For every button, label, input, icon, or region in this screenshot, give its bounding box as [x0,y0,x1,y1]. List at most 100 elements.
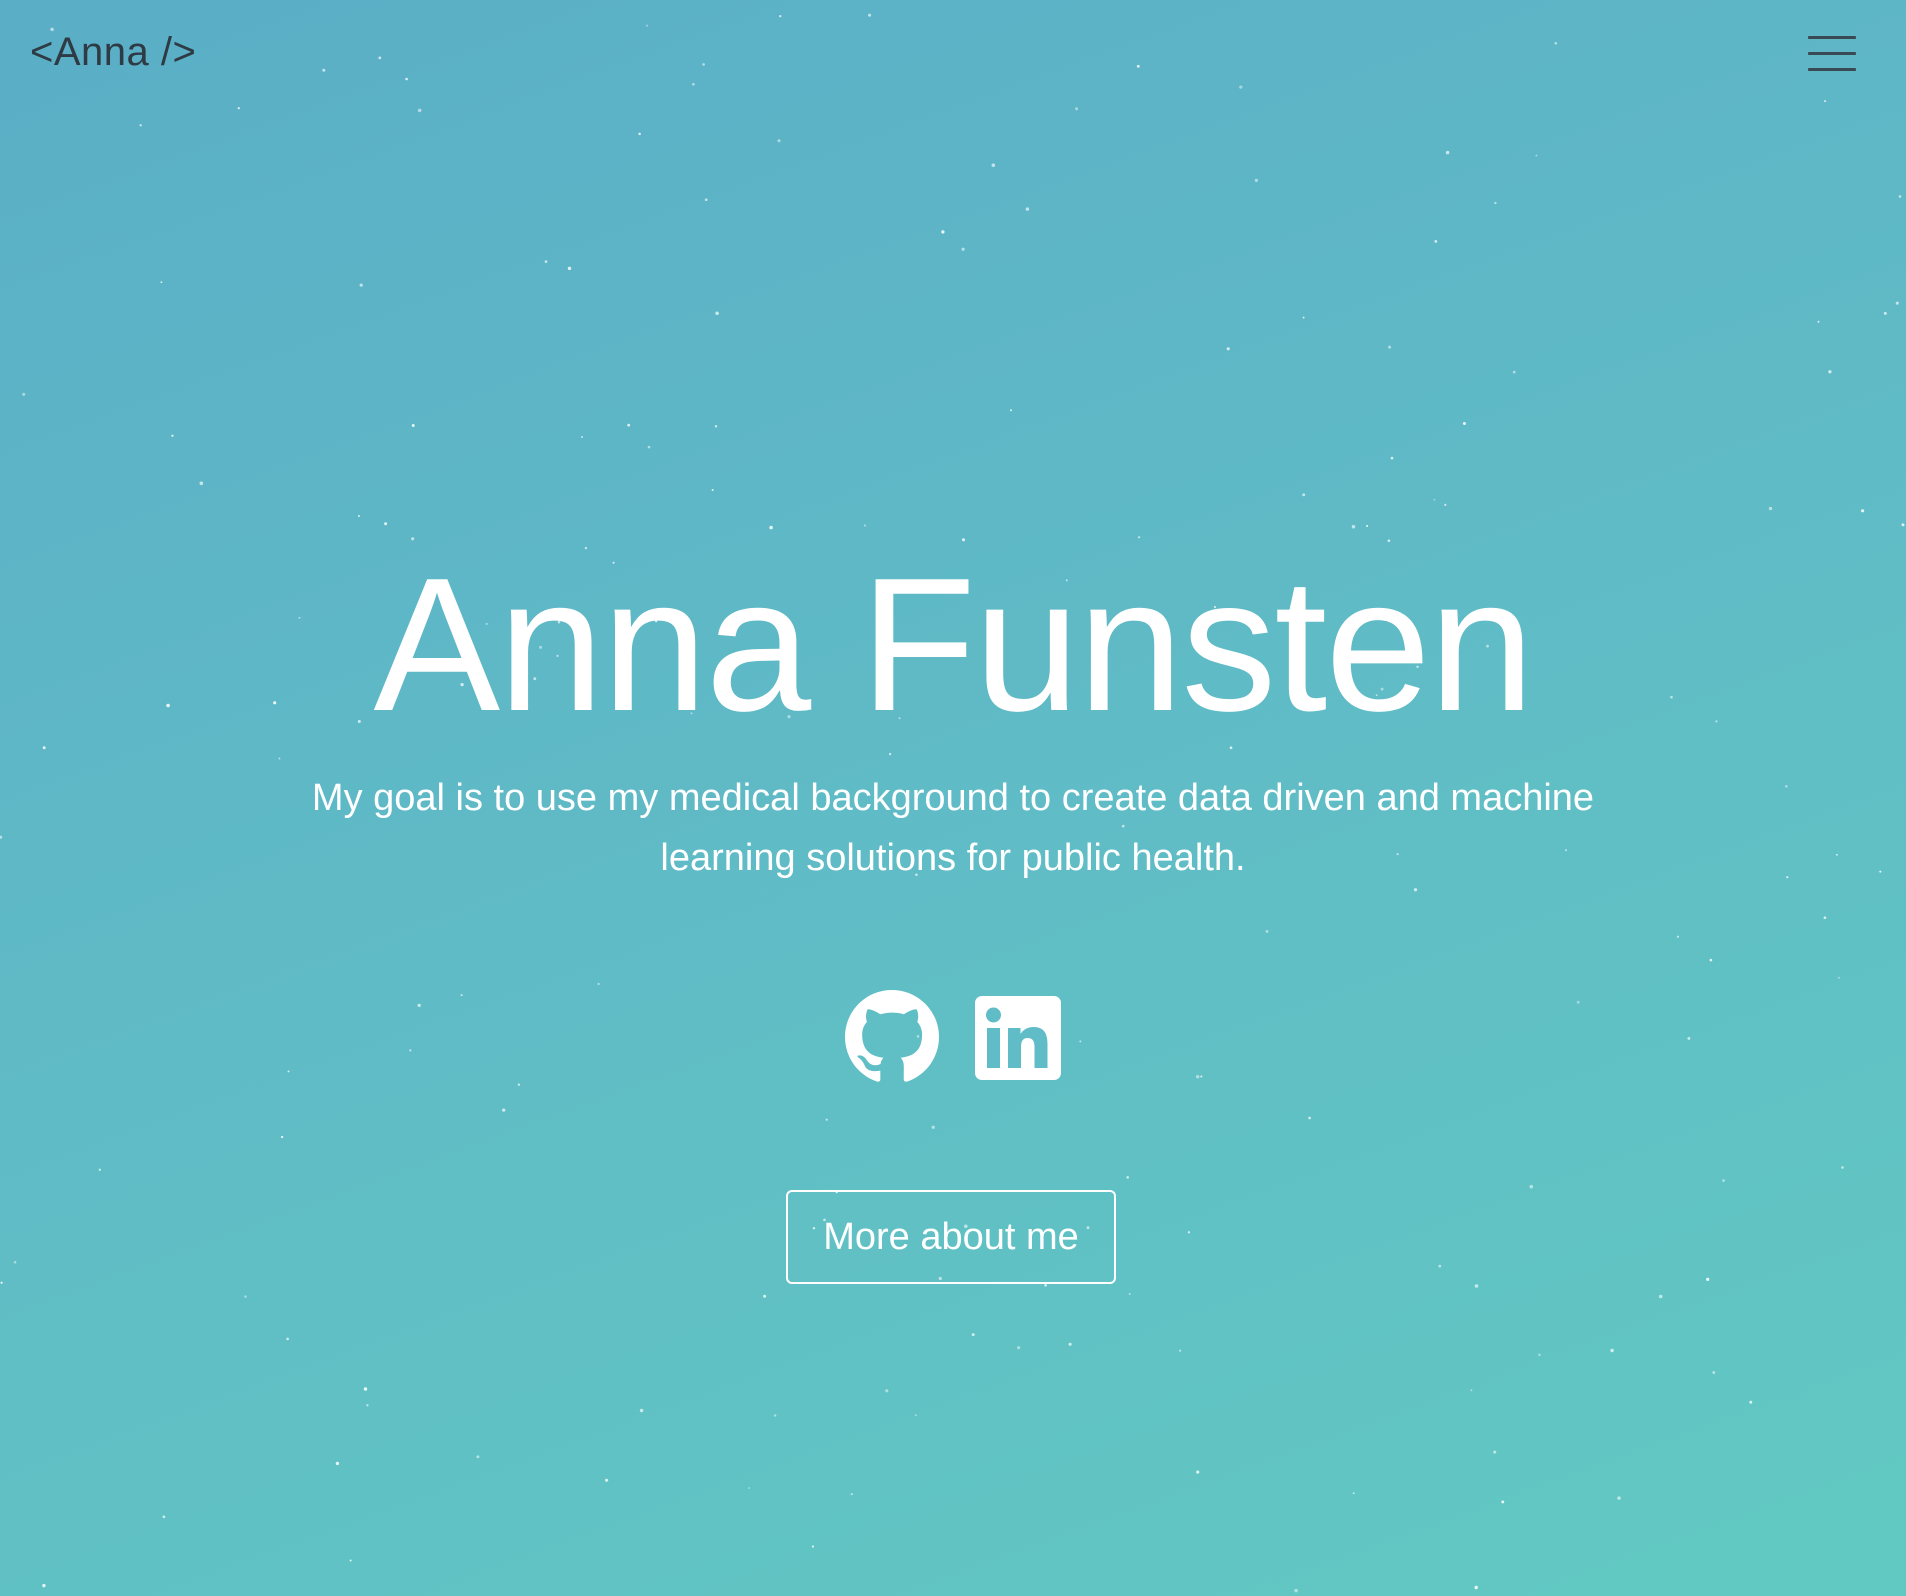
star-dot [825,1118,828,1121]
star-dot [1445,150,1450,155]
star-dot [627,423,631,427]
star-dot [1254,178,1259,183]
star-dot [476,1455,480,1459]
star-dot [1817,320,1820,323]
hero-name: Anna Funsten [373,539,1534,751]
star-dot [1576,1000,1580,1004]
star-dot [1828,370,1832,374]
star-dot [1494,201,1497,205]
star-dot [1474,1585,1478,1590]
star-dot [1388,345,1392,349]
star-dot [715,311,719,316]
star-dot [567,266,572,271]
more-about-me-button[interactable]: More about me [786,1190,1116,1284]
star-dot [378,56,382,60]
site-logo[interactable]: <Anna /> [30,30,196,75]
star-dot [1136,64,1140,68]
star-dot [1538,1353,1541,1357]
star-dot [1025,207,1030,211]
star-dot [409,1049,412,1052]
star-dot [0,1281,3,1284]
star-dot [597,982,600,986]
star-dot [991,163,996,167]
star-dot [1554,41,1558,45]
star-dot [931,1125,935,1129]
star-dot [286,1337,289,1341]
star-dot [1895,301,1899,305]
star-dot [1768,506,1773,511]
star-dot [714,425,718,428]
star-dot [711,489,714,491]
star-dot [139,124,142,127]
star-dot [1493,1450,1497,1454]
star-dot [1079,1040,1082,1043]
star-dot [1706,1277,1710,1281]
star-dot [237,107,240,110]
star-dot [811,1545,815,1548]
star-dot [1470,1389,1473,1392]
star-dot [42,746,46,750]
star-dot [1462,422,1466,425]
star-dot [1302,316,1305,319]
star-dot [1308,1116,1311,1120]
star-dot [1712,1371,1716,1374]
hero-tagline: My goal is to use my medical background … [311,777,1595,879]
star-dot [1535,154,1538,157]
star-dot [460,994,463,997]
star-dot [502,1108,506,1112]
star-dot [702,63,705,66]
star-dot [1128,1292,1131,1295]
star-dot [322,68,326,72]
star-dot [1824,100,1827,103]
star-dot [1879,870,1882,873]
star-dot [1529,1184,1534,1189]
star-dot [1017,1346,1021,1350]
star-dot [763,1294,767,1298]
star-dot [1126,1176,1129,1179]
social-links [845,990,1061,1084]
star-dot [1434,239,1438,243]
star-dot [1200,1075,1203,1078]
star-dot [1898,195,1902,198]
star-dot [1709,958,1713,962]
star-dot [1444,503,1447,507]
star-dot [647,445,651,449]
star-dot [1749,1400,1753,1404]
star-dot [888,752,892,756]
star-dot [1068,1342,1072,1346]
star-dot [411,424,415,427]
star-dot [1075,107,1079,111]
star-dot [1390,456,1394,460]
star-dot [1722,1179,1725,1182]
star-dot [544,260,548,263]
star-dot [1512,370,1516,374]
star-dot [417,108,422,113]
github-icon[interactable] [845,990,939,1084]
star-dot [773,1414,777,1417]
star-dot [1658,1294,1663,1299]
linkedin-icon[interactable] [971,990,1065,1084]
star-dot [605,1478,609,1482]
star-dot [417,1003,421,1008]
star-dot [1610,1348,1614,1353]
star-dot [171,434,174,437]
star-dot [748,1487,751,1489]
star-dot [581,436,583,438]
star-dot [1883,311,1887,315]
star-dot [244,1295,247,1298]
star-dot [961,247,965,251]
star-dot [22,392,26,396]
star-dot [769,525,773,530]
star-dot [1226,347,1230,351]
star-dot [13,1261,17,1264]
star-dot [384,522,388,526]
star-dot [1617,1496,1621,1500]
star-dot [1265,929,1269,933]
star-dot [1860,509,1865,513]
star-dot [1010,409,1012,412]
star-dot [1687,1036,1691,1040]
star-dot [363,1387,368,1391]
hamburger-menu-icon[interactable] [1808,34,1858,74]
star-dot [885,1389,889,1393]
star-dot [199,481,204,486]
